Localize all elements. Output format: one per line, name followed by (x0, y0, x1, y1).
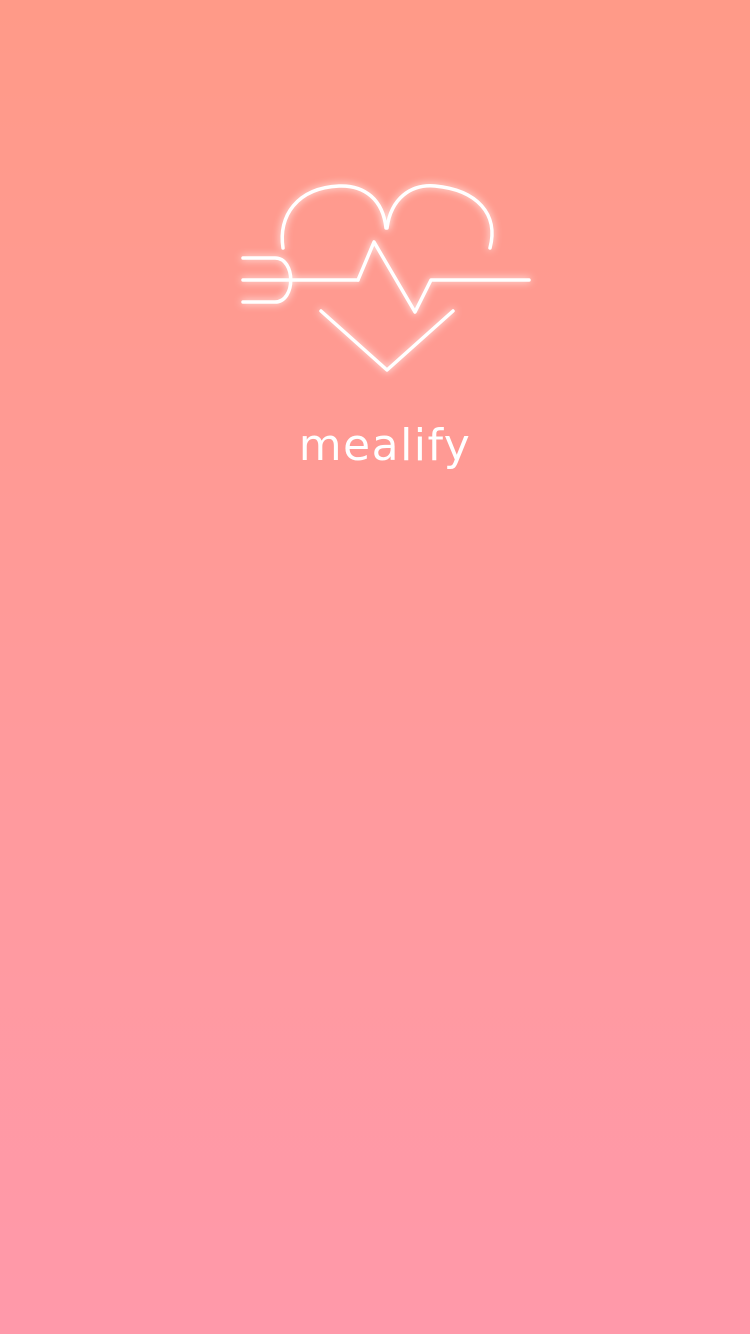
heart-fork-heartbeat-icon (241, 184, 531, 372)
app-name: mealify (298, 420, 472, 471)
logo (235, 176, 540, 381)
splash-screen: mealify (0, 0, 750, 1334)
